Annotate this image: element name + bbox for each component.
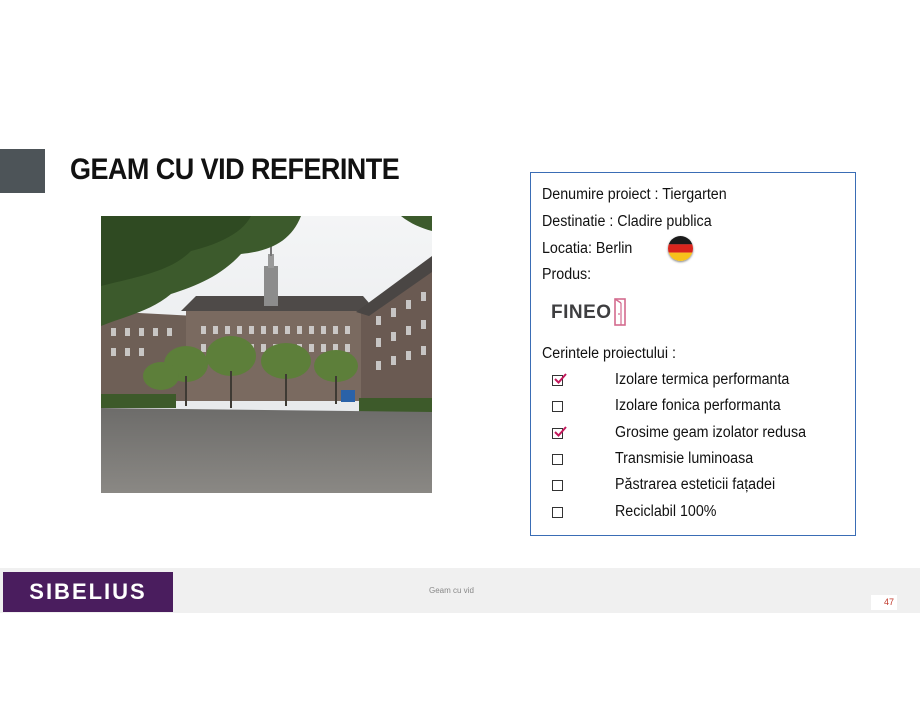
project-name: Denumire proiect : Tiergarten: [542, 186, 727, 203]
requirement-item: Transmisie luminoasa: [531, 450, 851, 472]
slide-title: GEAM CU VID REFERINTE: [70, 153, 400, 186]
requirement-item: Păstrarea esteticii fațadei: [531, 476, 851, 498]
checkbox-unchecked[interactable]: [552, 507, 563, 518]
checkbox-unchecked[interactable]: [552, 454, 563, 465]
page-number: 47: [871, 595, 897, 610]
check-mark-icon: [554, 426, 567, 437]
fineo-logo-text: FINEO: [551, 302, 612, 323]
project-destination: Destinatie : Cladire publica: [542, 213, 712, 230]
sibelius-logo: SIBELIUS: [3, 572, 173, 612]
title-accent-block: [0, 149, 45, 193]
product-label: Produs:: [542, 266, 592, 283]
requirement-item: Izolare termica performanta: [531, 371, 851, 393]
fineo-logo: FINEO: [551, 297, 631, 334]
requirement-label: Reciclabil 100%: [615, 503, 717, 520]
checkbox-unchecked[interactable]: [552, 401, 563, 412]
checkbox-checked[interactable]: [552, 373, 567, 386]
building-photo: [101, 216, 432, 493]
requirements-heading: Cerintele proiectului :: [542, 345, 676, 362]
requirement-label: Izolare fonica performanta: [615, 397, 781, 414]
check-mark-icon: [554, 373, 567, 384]
germany-flag-icon: [668, 236, 693, 261]
requirement-label: Transmisie luminoasa: [615, 450, 754, 467]
project-location: Locatia: Berlin: [542, 240, 633, 257]
requirement-label: Grosime geam izolator redusa: [615, 424, 807, 441]
footer-text: Geam cu vid: [429, 586, 474, 595]
requirement-item: Izolare fonica performanta: [531, 397, 851, 419]
checkbox-unchecked[interactable]: [552, 480, 563, 491]
requirement-item: Reciclabil 100%: [531, 503, 851, 525]
requirement-item: Grosime geam izolator redusa: [531, 424, 851, 446]
requirement-label: Izolare termica performanta: [615, 371, 790, 388]
sibelius-logo-text: SIBELIUS: [29, 579, 147, 604]
checkbox-checked[interactable]: [552, 426, 567, 439]
requirement-label: Păstrarea esteticii fațadei: [615, 476, 776, 493]
project-info-box: Denumire proiect : Tiergarten Destinatie…: [530, 172, 856, 536]
